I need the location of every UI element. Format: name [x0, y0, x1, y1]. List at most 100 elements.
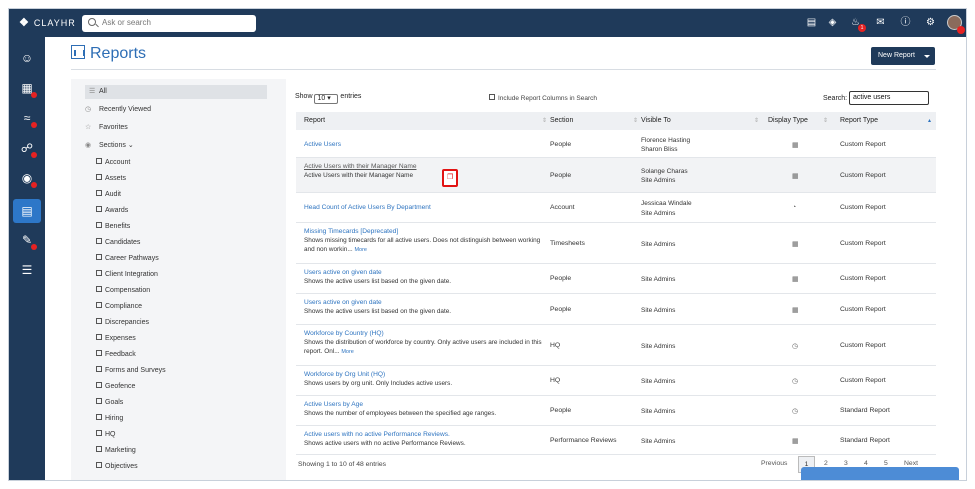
section-item[interactable]: HQ: [96, 429, 116, 441]
checkbox[interactable]: [489, 94, 495, 100]
section-item[interactable]: Benefits: [96, 221, 130, 233]
section-checkbox[interactable]: [96, 366, 102, 372]
col-report[interactable]: Report: [304, 117, 325, 124]
more-link[interactable]: More: [354, 247, 367, 253]
app-logo[interactable]: ❖ CLAYHR: [19, 16, 76, 29]
forms-icon[interactable]: ☰: [18, 261, 36, 279]
section-item[interactable]: Hiring: [96, 413, 123, 425]
mail-icon[interactable]: ✉: [874, 16, 887, 29]
col-visible-to[interactable]: Visible To: [641, 117, 671, 124]
page-2-button[interactable]: 2: [824, 460, 828, 467]
previous-page-button[interactable]: Previous: [761, 460, 787, 467]
category-favorites[interactable]: ☆ Favorites: [85, 121, 267, 135]
report-link[interactable]: Active Users by Age: [304, 401, 363, 408]
section-item[interactable]: Compliance: [96, 301, 142, 313]
table-row[interactable]: Workforce by Country (HQ) Shows the distr…: [296, 325, 936, 366]
table-row[interactable]: Users active on given date Shows the acti…: [296, 294, 936, 325]
page-5-button[interactable]: 5: [884, 460, 888, 467]
layers-icon[interactable]: ◈: [826, 16, 839, 29]
report-link[interactable]: Workforce by Org Unit (HQ): [304, 371, 385, 378]
section-item[interactable]: Candidates: [96, 237, 140, 249]
table-row[interactable]: Head Count of Active Users By Department…: [296, 193, 936, 223]
sort-asc-icon[interactable]: ▴: [928, 117, 931, 124]
page-4-button[interactable]: 4: [864, 460, 868, 467]
new-report-button[interactable]: New Report: [871, 47, 935, 65]
section-item[interactable]: Marketing: [96, 445, 136, 457]
clipboard-icon[interactable]: ▤: [805, 16, 818, 29]
section-checkbox[interactable]: [96, 430, 102, 436]
help-icon[interactable]: ⓘ: [899, 16, 912, 29]
col-section[interactable]: Section: [550, 117, 573, 124]
table-row[interactable]: Active users with no active Performance …: [296, 426, 936, 455]
section-checkbox[interactable]: [96, 334, 102, 340]
section-item[interactable]: Discrepancies: [96, 317, 149, 329]
section-checkbox[interactable]: [96, 190, 102, 196]
section-checkbox[interactable]: [96, 350, 102, 356]
sort-icon[interactable]: ⇕: [823, 117, 828, 124]
section-item[interactable]: Account: [96, 157, 130, 169]
col-report-type[interactable]: Report Type: [840, 117, 878, 124]
report-link[interactable]: Active Users with their Manager Name: [304, 163, 417, 170]
table-row[interactable]: Missing Timecards [Deprecated] Shows miss…: [296, 223, 936, 264]
category-all[interactable]: ☰ All: [85, 85, 267, 99]
section-checkbox[interactable]: [96, 286, 102, 292]
more-link[interactable]: More: [341, 349, 354, 355]
category-recently-viewed[interactable]: ◷ Recently Viewed: [85, 103, 267, 117]
include-columns-checkbox[interactable]: Include Report Columns in Search: [489, 94, 597, 102]
visible-to-cell: Site Admins: [641, 306, 675, 316]
entries-select[interactable]: 10 ▾: [314, 94, 339, 104]
section-item[interactable]: Expenses: [96, 333, 136, 345]
col-display-type[interactable]: Display Type: [768, 117, 808, 124]
section-checkbox[interactable]: [96, 414, 102, 420]
table-row[interactable]: Active Users with their Manager Name Acti…: [296, 158, 936, 193]
section-item[interactable]: Audit: [96, 189, 121, 201]
section-checkbox[interactable]: [96, 446, 102, 452]
global-search-input[interactable]: Ask or search: [82, 15, 256, 32]
report-link[interactable]: Active Users: [304, 141, 341, 148]
reports-icon[interactable]: ▤: [13, 199, 41, 223]
next-page-button[interactable]: Next: [904, 460, 918, 467]
report-link[interactable]: Users active on given date: [304, 269, 382, 276]
section-checkbox[interactable]: [96, 254, 102, 260]
section-checkbox[interactable]: [96, 302, 102, 308]
sort-icon[interactable]: ⇕: [633, 117, 638, 124]
section-checkbox[interactable]: [96, 318, 102, 324]
report-link[interactable]: Head Count of Active Users By Department: [304, 204, 431, 211]
help-widget-bar[interactable]: [801, 467, 959, 480]
report-link[interactable]: Workforce by Country (HQ): [304, 330, 384, 337]
section-checkbox[interactable]: [96, 158, 102, 164]
report-link[interactable]: Missing Timecards [Deprecated]: [304, 228, 398, 235]
category-sections[interactable]: ◉ Sections ⌄: [85, 139, 267, 153]
section-item[interactable]: Compensation: [96, 285, 150, 297]
section-item[interactable]: Assets: [96, 173, 126, 185]
table-row[interactable]: Active Users People Florence Hasting Sharon…: [296, 131, 936, 158]
section-checkbox[interactable]: [96, 238, 102, 244]
section-checkbox[interactable]: [96, 398, 102, 404]
section-checkbox[interactable]: [96, 462, 102, 468]
section-item[interactable]: Goals: [96, 397, 123, 409]
section-item[interactable]: Forms and Surveys: [96, 365, 166, 377]
table-row[interactable]: Active Users by Age Shows the number of e…: [296, 396, 936, 426]
table-row[interactable]: Users active on given date Shows the acti…: [296, 264, 936, 294]
section-checkbox[interactable]: [96, 270, 102, 276]
people-icon[interactable]: ☺: [18, 49, 36, 67]
table-row[interactable]: Workforce by Org Unit (HQ) Shows users by…: [296, 366, 936, 396]
section-item[interactable]: Career Pathways: [96, 253, 159, 265]
section-checkbox[interactable]: [96, 382, 102, 388]
section-checkbox[interactable]: [96, 206, 102, 212]
section-checkbox[interactable]: [96, 174, 102, 180]
settings-icon[interactable]: ⚙: [924, 16, 937, 29]
section-item[interactable]: Client Integration: [96, 269, 158, 281]
section-item[interactable]: Objectives: [96, 461, 138, 473]
section-item[interactable]: Geofence: [96, 381, 135, 393]
section-checkbox[interactable]: [96, 222, 102, 228]
copy-report-button[interactable]: ❐: [442, 169, 458, 187]
sort-icon[interactable]: ⇕: [754, 117, 759, 124]
report-link[interactable]: Users active on given date: [304, 299, 382, 306]
sort-icon[interactable]: ⇕: [542, 117, 547, 124]
page-3-button[interactable]: 3: [844, 460, 848, 467]
table-search-input[interactable]: active users: [849, 91, 929, 105]
report-link[interactable]: Active users with no active Performance …: [304, 431, 450, 438]
section-item[interactable]: Feedback: [96, 349, 136, 361]
section-item[interactable]: Awards: [96, 205, 128, 217]
